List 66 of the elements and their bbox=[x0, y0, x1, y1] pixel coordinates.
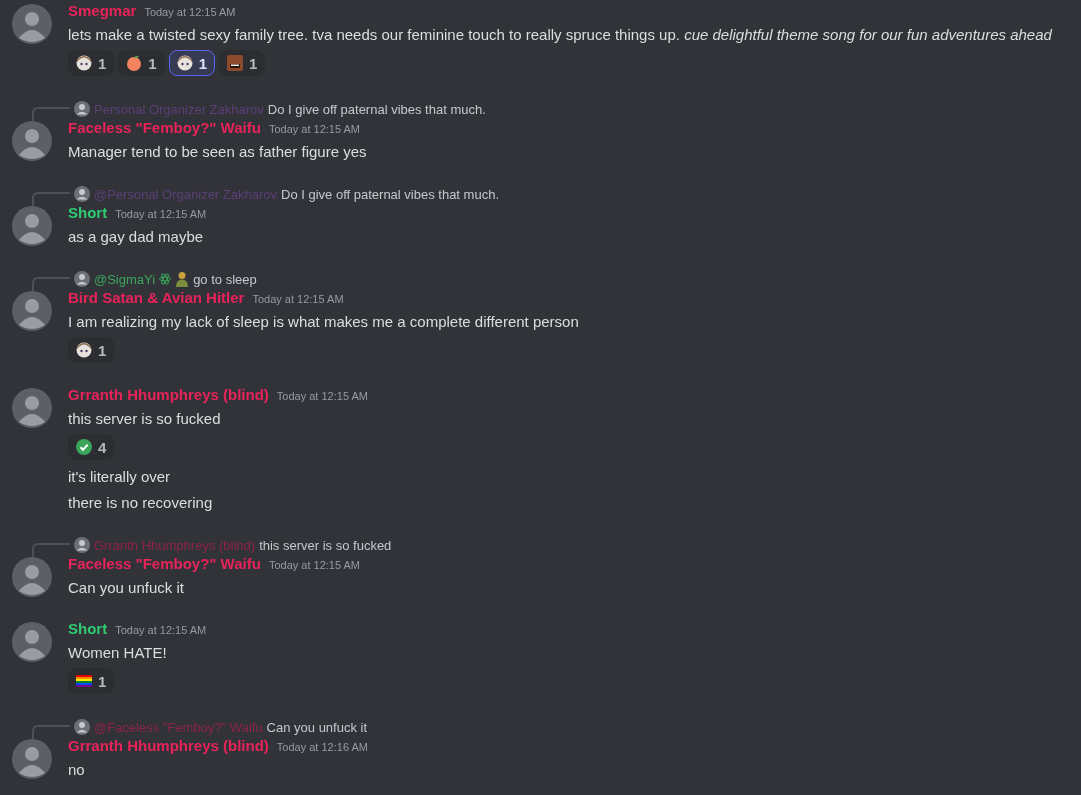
message-text: it's literally over bbox=[68, 467, 172, 487]
reply-text: go to sleep bbox=[193, 271, 257, 287]
person-icon bbox=[175, 271, 190, 287]
author-name[interactable]: Bird Satan & Avian Hitler bbox=[68, 289, 245, 306]
anime-sticker-icon bbox=[76, 55, 92, 71]
reaction-button[interactable]: 1 bbox=[68, 337, 115, 363]
reply-connector bbox=[32, 107, 70, 121]
avatar[interactable] bbox=[12, 739, 52, 779]
timestamp: Today at 12:15 AM bbox=[268, 559, 360, 571]
avatar[interactable] bbox=[12, 622, 52, 662]
anime-sticker-icon bbox=[176, 55, 193, 71]
avatar[interactable] bbox=[12, 4, 52, 44]
peach-icon bbox=[126, 55, 143, 71]
avatar[interactable] bbox=[12, 557, 52, 597]
timestamp: Today at 12:16 AM bbox=[276, 741, 368, 753]
avatar-icon bbox=[74, 719, 90, 735]
message-text: Can you unfuck it bbox=[68, 578, 185, 598]
avatar-icon bbox=[74, 537, 90, 553]
check-icon bbox=[76, 439, 92, 455]
message-text: Women HATE! bbox=[68, 643, 168, 663]
avatar-icon bbox=[74, 186, 90, 202]
reply-text: Do I give off paternal vibes that much. bbox=[281, 186, 499, 202]
timestamp: Today at 12:15 AM bbox=[268, 123, 360, 135]
reply-author[interactable]: @SigmaYi bbox=[94, 271, 156, 287]
timestamp: Today at 12:15 AM bbox=[115, 208, 207, 220]
message-text: I am realizing my lack of sleep is what makes me a complete different person bbox=[68, 312, 579, 332]
reply-connector bbox=[32, 277, 70, 291]
author-name[interactable]: Faceless "Femboy?" Waifu bbox=[68, 119, 261, 136]
reply-text: Can you unfuck it bbox=[266, 719, 368, 735]
author-name[interactable]: Grranth Hhumphreys (blind) bbox=[68, 737, 269, 754]
timestamp: Today at 12:15 AM bbox=[252, 293, 344, 305]
avatar-icon bbox=[74, 101, 90, 117]
reaction-button[interactable]: 4 bbox=[68, 434, 115, 460]
author-name[interactable]: Short bbox=[68, 204, 108, 221]
rainbow-flag-icon bbox=[76, 675, 92, 687]
message-text: no bbox=[68, 760, 86, 780]
timestamp: Today at 12:15 AM bbox=[144, 6, 236, 18]
reply-text: Do I give off paternal vibes that much. bbox=[267, 101, 486, 117]
timestamp: Today at 12:15 AM bbox=[276, 390, 368, 402]
timestamp: Today at 12:15 AM bbox=[115, 624, 207, 636]
avatar[interactable] bbox=[12, 206, 52, 246]
reply-connector bbox=[32, 192, 70, 206]
author-name[interactable]: Grranth Hhumphreys (blind) bbox=[68, 386, 269, 403]
reaction-button[interactable]: 1 bbox=[168, 50, 216, 76]
message-text: Manager tend to be seen as father figure yes bbox=[68, 142, 367, 162]
avatar[interactable] bbox=[12, 121, 52, 161]
reaction-button[interactable]: 1 bbox=[68, 668, 115, 694]
reply-text: this server is so fucked bbox=[259, 537, 392, 553]
reaction-button[interactable]: 1 bbox=[219, 50, 266, 76]
reply-connector bbox=[32, 725, 70, 739]
reply-connector bbox=[32, 543, 70, 557]
avatar[interactable] bbox=[12, 291, 52, 331]
atom-icon bbox=[159, 273, 172, 285]
message-text: lets make a twisted sexy family tree. tva needs our feminine touch to really spruce things up. cue delightful theme song for our fun adventures ahead bbox=[68, 25, 1052, 45]
laughing-face-icon bbox=[227, 55, 244, 71]
avatar[interactable] bbox=[12, 388, 52, 428]
message-text: there is no recovering bbox=[68, 493, 214, 513]
author-name[interactable]: Short bbox=[68, 620, 108, 637]
author-name[interactable]: Faceless "Femboy?" Waifu bbox=[68, 555, 261, 572]
reaction-button[interactable]: 1 bbox=[68, 50, 115, 76]
message-text: this server is so fucked bbox=[68, 409, 222, 429]
reaction-button[interactable]: 1 bbox=[118, 50, 165, 76]
message-text: as a gay dad maybe bbox=[68, 227, 205, 247]
author-name[interactable]: Smegmar bbox=[68, 2, 137, 19]
avatar-icon bbox=[74, 271, 90, 287]
anime-sticker-icon bbox=[76, 342, 92, 358]
